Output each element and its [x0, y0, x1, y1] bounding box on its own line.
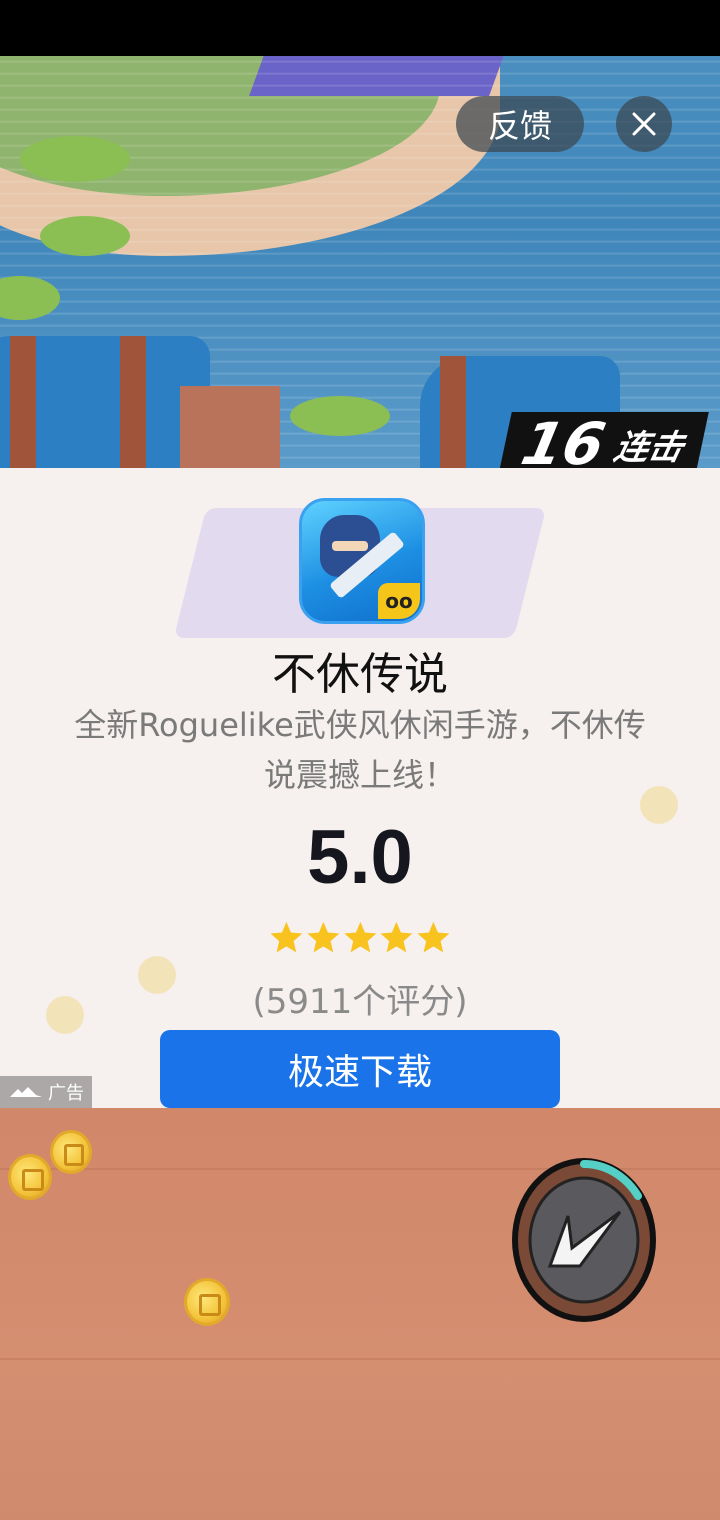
ad-badge-label: 广告: [48, 1083, 84, 1104]
rating-stars: [268, 918, 452, 958]
lily-pad: [40, 216, 130, 256]
ad-logo-icon: [10, 1087, 42, 1097]
floor-seam: [0, 1358, 720, 1360]
close-button[interactable]: [616, 96, 672, 152]
star-icon: [417, 921, 450, 953]
brick-block: [180, 386, 280, 468]
app-icon[interactable]: oo: [299, 498, 425, 624]
lily-pad: [290, 396, 390, 436]
star-icon: [270, 921, 303, 953]
download-button[interactable]: 极速下载: [160, 1030, 560, 1108]
star-icon: [380, 921, 413, 953]
gold-coin: [184, 1278, 230, 1326]
combo-number: 16: [516, 410, 612, 468]
game-video-bottom: [0, 1108, 720, 1520]
gold-coin: [50, 1130, 92, 1174]
combo-counter: 16 连击: [498, 410, 709, 468]
game-video-top: 16 连击: [0, 56, 720, 468]
star-icon: [344, 921, 376, 953]
combo-label: 连击: [611, 427, 688, 468]
status-bar: [0, 0, 720, 56]
ad-card[interactable]: oo 不休传说 全新Roguelike武侠风休闲手游，不休传说震撼上线！ 5.0…: [0, 468, 720, 1108]
rating-score: 5.0: [307, 815, 413, 900]
gold-coin: [8, 1154, 52, 1200]
app-description: 全新Roguelike武侠风休闲手游，不休传说震撼上线！: [74, 706, 646, 794]
close-icon: [632, 112, 656, 136]
cannon-left: [0, 336, 210, 468]
ad-badge: 广告: [0, 1076, 92, 1108]
app-name: 不休传说: [272, 649, 448, 700]
skill-dash-button[interactable]: [510, 1156, 658, 1324]
star-icon: [307, 921, 340, 953]
lily-pad: [20, 136, 130, 182]
rating-count: (5911个评分): [252, 982, 468, 1022]
feedback-button[interactable]: 反馈: [456, 96, 584, 152]
